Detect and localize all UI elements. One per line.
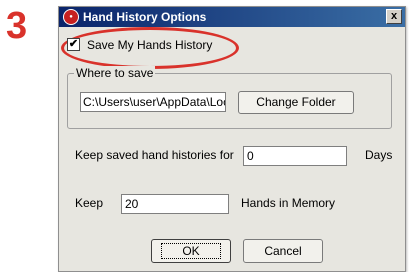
keep-hands-input[interactable]: 20 bbox=[121, 194, 229, 214]
save-history-label[interactable]: Save My Hands History bbox=[87, 38, 212, 52]
keep-hands-unit: Hands in Memory bbox=[241, 196, 336, 210]
keep-days-label: Keep saved hand histories for bbox=[75, 148, 234, 162]
hand-history-options-dialog: ● Hand History Options x ✔ Save My Hands… bbox=[58, 6, 406, 272]
where-to-save-legend: Where to save bbox=[74, 66, 156, 80]
change-folder-button[interactable]: Change Folder bbox=[238, 91, 354, 114]
keep-hands-label: Keep bbox=[75, 196, 104, 210]
window-title: Hand History Options bbox=[83, 10, 207, 24]
save-path-field[interactable]: C:\Users\user\AppData\Loc bbox=[80, 92, 226, 112]
ok-button-label: OK bbox=[161, 243, 221, 259]
app-logo-icon: ● bbox=[63, 9, 79, 25]
save-history-checkbox[interactable]: ✔ bbox=[67, 38, 80, 51]
title-bar[interactable]: ● Hand History Options x bbox=[59, 7, 405, 27]
where-to-save-group: Where to save C:\Users\user\AppData\Loc … bbox=[67, 66, 392, 129]
keep-days-input[interactable]: 0 bbox=[243, 146, 347, 166]
ok-button[interactable]: OK bbox=[151, 239, 231, 263]
step-number-annotation: 3 bbox=[6, 5, 28, 47]
close-button[interactable]: x bbox=[386, 9, 402, 24]
cancel-button[interactable]: Cancel bbox=[243, 239, 323, 263]
keep-days-unit: Days bbox=[365, 148, 393, 162]
